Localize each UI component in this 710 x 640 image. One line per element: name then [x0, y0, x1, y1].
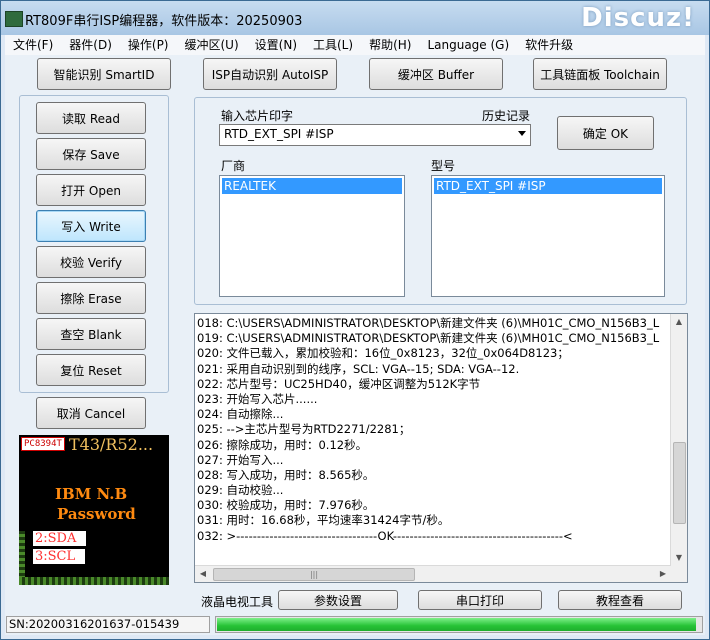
reset-button[interactable]: 复位 Reset	[36, 354, 146, 386]
chip-pins-bottom	[19, 577, 169, 585]
chip-input-value: RTD_EXT_SPI #ISP	[224, 127, 334, 141]
ok-button[interactable]: 确定 OK	[557, 116, 654, 150]
buffer-button[interactable]: 缓冲区 Buffer	[369, 58, 503, 90]
chip-line2: Password	[57, 505, 136, 523]
log-line: 020: 文件已载入，累加校验和：16位_0x8123，32位_0x064D81…	[197, 346, 569, 361]
vendor-list[interactable]: REALTEK	[219, 175, 405, 297]
client-area: 智能识别 SmartID ISP自动识别 AutoISP 缓冲区 Buffer …	[5, 55, 705, 635]
menu-operation[interactable]: 操作(P)	[120, 35, 177, 55]
log-panel[interactable]: 018: C:\USERS\ADMINISTRATOR\DESKTOP\新建文件…	[194, 313, 688, 583]
history-label: 历史记录	[482, 109, 531, 123]
menu-bar: 文件(F) 器件(D) 操作(P) 缓冲区(U) 设置(N) 工具(L) 帮助(H) Lang…	[5, 35, 705, 56]
title-bar[interactable]: RT809F串行ISP编程器，软件版本：20250903 Discuz!	[1, 1, 709, 35]
log-line: 019: C:\USERS\ADMINISTRATOR\DESKTOP\新建文件…	[197, 331, 660, 346]
log-line: 031: 用时：16.68秒，平均速率31424字节/秒。	[197, 513, 450, 528]
cancel-button[interactable]: 取消 Cancel	[36, 397, 146, 429]
log-line: 028: 写入成功，用时：8.565秒。	[197, 467, 375, 482]
vertical-scroll-thumb[interactable]	[673, 442, 686, 524]
dropdown-arrow-icon[interactable]	[518, 131, 526, 136]
save-button[interactable]: 保存 Save	[36, 138, 146, 170]
progress-fill	[217, 618, 696, 631]
params-button[interactable]: 参数设置	[278, 590, 398, 610]
vendor-label: 厂商	[221, 159, 246, 173]
chip-preview-image: PC8394T T43/R52... IBM N.B Password 2:SD…	[19, 435, 169, 585]
log-line: 026: 擦除成功，用时：0.12秒。	[197, 437, 368, 452]
chip-line1: IBM N.B	[55, 485, 128, 503]
chip-input-label: 输入芯片印字	[221, 109, 294, 123]
chip-pin-sda: 2:SDA	[33, 531, 87, 546]
log-line: 024: 自动擦除...	[197, 407, 284, 422]
scroll-down-icon[interactable]: ▼	[671, 550, 687, 566]
discuz-watermark: Discuz!	[581, 3, 695, 33]
log-line: 018: C:\USERS\ADMINISTRATOR\DESKTOP\新建文件…	[197, 316, 660, 330]
menu-settings[interactable]: 设置(N)	[247, 35, 305, 55]
scroll-right-icon[interactable]: ▶	[655, 566, 671, 582]
tutorial-button[interactable]: 教程查看	[558, 590, 682, 610]
log-line: 022: 芯片型号：UC25HD40，缓冲区调整为512K字节	[197, 376, 481, 391]
chip-input-combo[interactable]: RTD_EXT_SPI #ISP	[219, 124, 531, 146]
smartid-button[interactable]: 智能识别 SmartID	[37, 58, 171, 90]
main-window: RT809F串行ISP编程器，软件版本：20250903 Discuz! 文件(…	[0, 0, 710, 640]
model-label: 型号	[431, 159, 456, 173]
status-bar: SN:20200316201637-015439	[5, 614, 705, 635]
menu-tools[interactable]: 工具(L)	[305, 35, 361, 55]
log-line: 032: >----------------------------------…	[197, 528, 573, 543]
menu-language[interactable]: Language (G)	[419, 35, 517, 55]
serial-number: SN:20200316201637-015439	[6, 616, 210, 633]
menu-help[interactable]: 帮助(H)	[361, 35, 419, 55]
chip-header: T43/R52...	[69, 435, 154, 454]
read-button[interactable]: 读取 Read	[36, 102, 146, 134]
log-vertical-scrollbar[interactable]: ▲ ▼	[670, 314, 687, 566]
menu-upgrade[interactable]: 软件升级	[517, 35, 581, 55]
log-line: 023: 开始写入芯片......	[197, 391, 318, 406]
window-title: RT809F串行ISP编程器，软件版本：20250903	[25, 14, 303, 29]
model-list[interactable]: RTD_EXT_SPI #ISP	[431, 175, 665, 297]
scroll-left-icon[interactable]: ◀	[195, 566, 211, 582]
log-line: 030: 校验成功，用时：7.976秒。	[197, 498, 375, 513]
menu-file[interactable]: 文件(F)	[5, 35, 61, 55]
app-chip-icon	[5, 11, 23, 27]
open-button[interactable]: 打开 Open	[36, 174, 146, 206]
menu-buffer[interactable]: 缓冲区(U)	[177, 35, 247, 55]
model-item-selected[interactable]: RTD_EXT_SPI #ISP	[434, 178, 662, 194]
log-line: 025: -->主芯片型号为RTD2271/2281；	[197, 422, 411, 437]
verify-button[interactable]: 校验 Verify	[36, 246, 146, 278]
log-line: 027: 开始写入...	[197, 452, 284, 467]
scroll-up-icon[interactable]: ▲	[671, 314, 687, 330]
chip-tag: PC8394T	[21, 437, 65, 451]
autoisp-button[interactable]: ISP自动识别 AutoISP	[203, 58, 337, 90]
menu-device[interactable]: 器件(D)	[61, 35, 120, 55]
write-button[interactable]: 写入 Write	[36, 210, 146, 242]
scroll-corner	[671, 566, 687, 582]
tv-tools-label: 液晶电视工具	[201, 595, 274, 609]
horizontal-scroll-thumb[interactable]: |||	[213, 568, 415, 581]
blank-button[interactable]: 查空 Blank	[36, 318, 146, 350]
serial-print-button[interactable]: 串口打印	[418, 590, 542, 610]
log-lines: 018: C:\USERS\ADMINISTRATOR\DESKTOP\新建文件…	[197, 316, 670, 565]
toolchain-button[interactable]: 工具链面板 Toolchain	[533, 58, 667, 90]
log-horizontal-scrollbar[interactable]: ◀ ||| ▶	[195, 565, 671, 582]
progress-bar	[215, 616, 703, 633]
log-line: 021: 采用自动识别到的线序，SCL: VGA--15; SDA: VGA--…	[197, 361, 520, 376]
log-line: 029: 自动校验...	[197, 483, 284, 498]
vendor-item-selected[interactable]: REALTEK	[222, 178, 402, 194]
chip-pin-scl: 3:SCL	[33, 549, 86, 564]
erase-button[interactable]: 擦除 Erase	[36, 282, 146, 314]
